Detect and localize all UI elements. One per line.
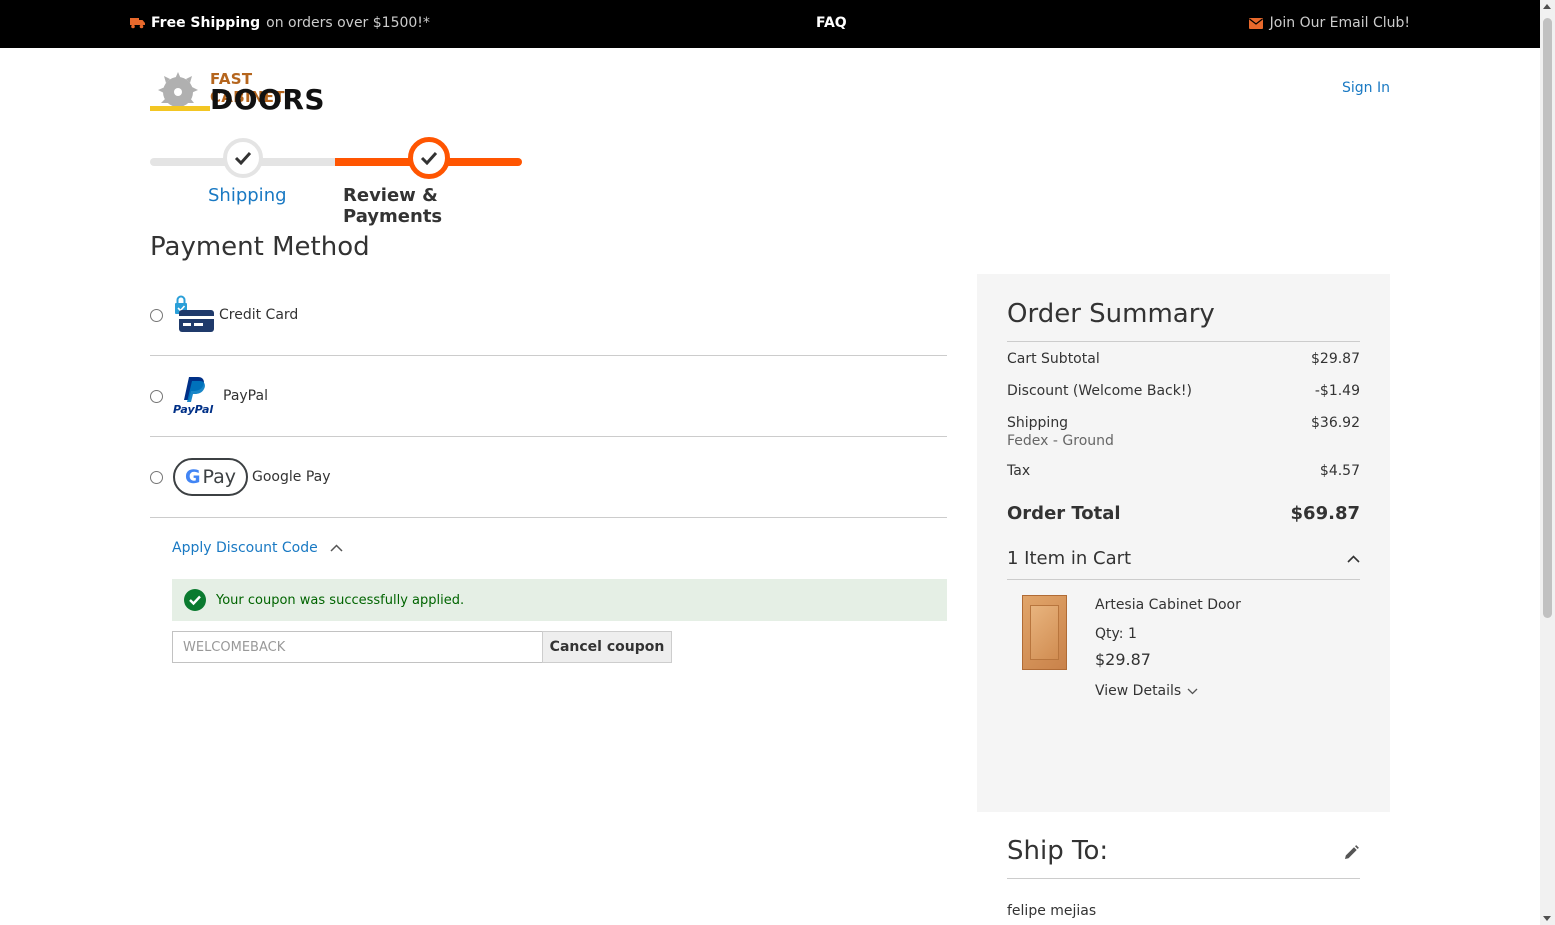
- product-thumbnail: [1022, 595, 1067, 670]
- discount-value: -$1.49: [1314, 383, 1360, 399]
- payment-option-paypal[interactable]: PayPal PayPal: [150, 356, 947, 437]
- checkmark-icon: [234, 151, 252, 165]
- credit-card-lock-icon: [175, 295, 214, 332]
- google-pay-radio[interactable]: [150, 470, 163, 484]
- order-summary-panel: Order Summary Cart Subtotal $29.87 Disco…: [977, 274, 1390, 812]
- product-name: Artesia Cabinet Door: [1095, 597, 1241, 613]
- top-announcement-bar: Free Shipping on orders over $1500!* FAQ…: [0, 0, 1540, 48]
- product-qty: Qty: 1: [1095, 626, 1137, 642]
- free-shipping-notice: Free Shipping on orders over $1500!*: [130, 15, 430, 31]
- chevron-down-icon: [1187, 688, 1198, 694]
- email-club-link[interactable]: Join Our Email Club!: [1248, 15, 1410, 31]
- page-scrollbar[interactable]: [1540, 0, 1555, 925]
- ship-to-name: felipe mejias: [1007, 903, 1097, 919]
- paypal-icon: PayPal: [173, 377, 213, 416]
- cancel-coupon-button[interactable]: Cancel coupon: [542, 631, 672, 663]
- order-total-label: Order Total: [1007, 503, 1121, 524]
- success-check-icon: [184, 589, 206, 611]
- coupon-success-message: Your coupon was successfully applied.: [172, 579, 947, 621]
- view-details-toggle[interactable]: View Details: [1095, 683, 1198, 699]
- chevron-up-icon: [1347, 554, 1360, 563]
- payment-option-google-pay[interactable]: G Pay Google Pay: [150, 437, 947, 518]
- shipping-label: Shipping: [1007, 415, 1069, 431]
- google-pay-icon: G Pay: [173, 458, 248, 496]
- scroll-down-arrow-icon[interactable]: [1543, 916, 1551, 921]
- items-in-cart-toggle[interactable]: 1 Item in Cart: [1007, 548, 1360, 580]
- google-pay-word: Pay: [202, 466, 237, 488]
- paypal-label[interactable]: PayPal: [223, 388, 268, 404]
- credit-card-radio[interactable]: [150, 308, 163, 322]
- paypal-logo-text: PayPal: [173, 403, 213, 416]
- payment-method-title: Payment Method: [150, 232, 370, 262]
- product-price: $29.87: [1095, 650, 1151, 669]
- review-payments-step-label: Review & Payments: [343, 185, 443, 227]
- tax-value: $4.57: [1319, 463, 1360, 479]
- tax-row: Tax $4.57: [1007, 463, 1360, 479]
- view-details-label: View Details: [1095, 683, 1182, 699]
- shipping-row: Shipping Fedex - Ground $36.92: [1007, 415, 1360, 449]
- site-logo[interactable]: FAST CABINET DOORS: [150, 70, 326, 116]
- checkout-progress-bar: Shipping Review & Payments: [150, 136, 525, 227]
- shipping-method: Fedex - Ground: [1007, 433, 1114, 449]
- apply-discount-label: Apply Discount Code: [172, 540, 318, 556]
- saw-blade-icon: [150, 72, 210, 111]
- ship-to-section: Ship To: felipe mejias: [1007, 836, 1360, 919]
- checkmark-icon: [420, 151, 438, 165]
- scrollbar-thumb[interactable]: [1543, 18, 1552, 618]
- shipping-step-circle[interactable]: [223, 138, 263, 178]
- cart-subtotal-row: Cart Subtotal $29.87: [1007, 351, 1360, 367]
- payment-option-credit-card[interactable]: Credit Card: [150, 275, 947, 356]
- order-total-row: Order Total $69.87: [1007, 503, 1360, 524]
- shipping-step-link[interactable]: Shipping: [208, 185, 287, 206]
- shipping-value: $36.92: [1311, 415, 1360, 431]
- free-shipping-text: on orders over $1500!*: [266, 15, 430, 31]
- envelope-icon: [1248, 17, 1263, 29]
- review-payments-step-circle: [408, 137, 450, 179]
- pencil-edit-icon[interactable]: [1342, 844, 1360, 862]
- items-in-cart-label: 1 Item in Cart: [1007, 548, 1132, 569]
- sign-in-link[interactable]: Sign In: [1342, 80, 1390, 96]
- google-pay-label[interactable]: Google Pay: [252, 469, 331, 485]
- discount-label: Discount (Welcome Back!): [1007, 383, 1192, 399]
- success-message-text: Your coupon was successfully applied.: [216, 592, 465, 608]
- tax-label: Tax: [1007, 463, 1031, 479]
- faq-link[interactable]: FAQ: [816, 15, 847, 31]
- order-total-value: $69.87: [1290, 503, 1360, 524]
- email-club-label: Join Our Email Club!: [1269, 15, 1410, 31]
- truck-icon: [130, 18, 145, 29]
- cart-subtotal-value: $29.87: [1311, 351, 1360, 367]
- apply-discount-toggle[interactable]: Apply Discount Code: [172, 540, 343, 556]
- free-shipping-bold: Free Shipping: [151, 15, 261, 31]
- paypal-radio[interactable]: [150, 389, 163, 403]
- cart-subtotal-label: Cart Subtotal: [1007, 351, 1100, 367]
- google-g-glyph: G: [184, 466, 201, 488]
- logo-line-2: DOORS: [210, 83, 326, 116]
- chevron-up-icon: [330, 544, 343, 552]
- order-summary-title: Order Summary: [1007, 299, 1360, 342]
- discount-code-input[interactable]: [172, 631, 543, 663]
- discount-row: Discount (Welcome Back!) -$1.49: [1007, 383, 1360, 399]
- payment-method-list: Credit Card PayPal PayPal G Pay Google P…: [150, 275, 947, 518]
- ship-to-title: Ship To:: [1007, 836, 1360, 879]
- scroll-up-arrow-icon[interactable]: [1543, 4, 1551, 9]
- credit-card-label[interactable]: Credit Card: [219, 307, 298, 323]
- cart-item: Artesia Cabinet Door Qty: 1 $29.87 View …: [1007, 580, 1360, 710]
